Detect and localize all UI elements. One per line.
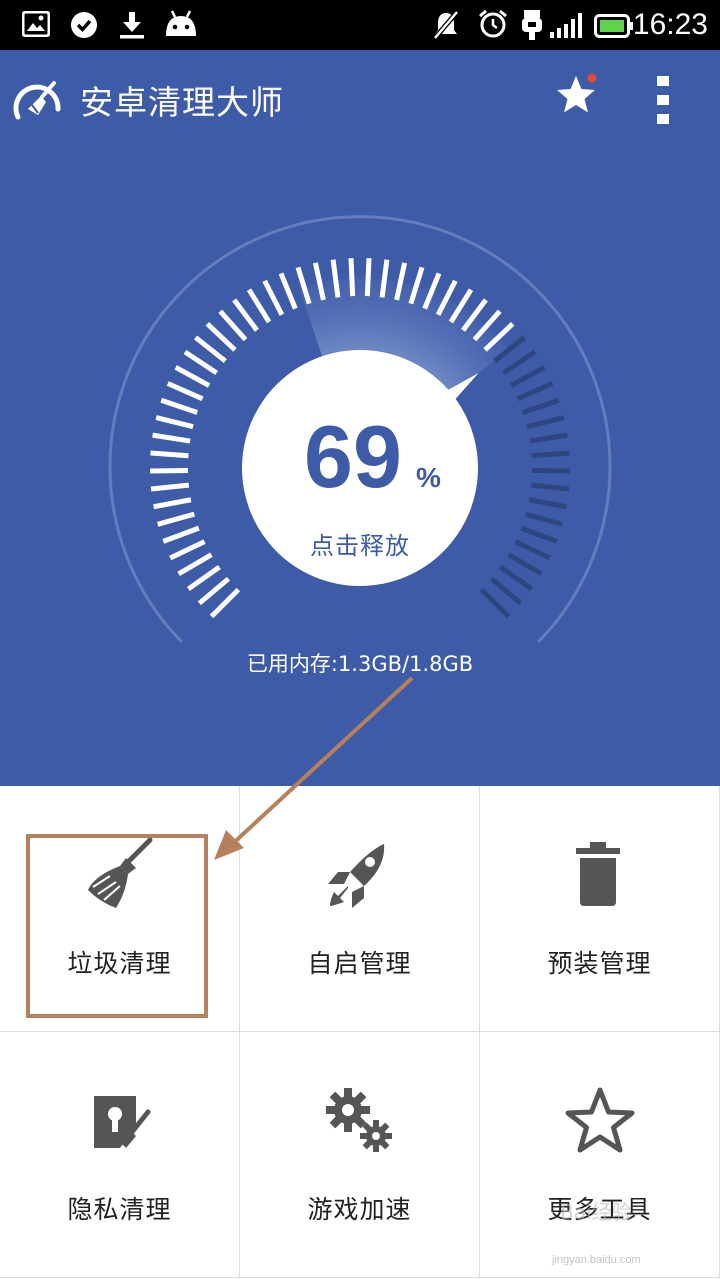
alarm-icon <box>479 9 507 38</box>
status-time: 16:23 <box>632 8 708 41</box>
signal-icon <box>550 13 582 38</box>
gauge-tick <box>166 381 204 402</box>
gauge-tick <box>489 576 523 606</box>
gauge-tick <box>529 432 568 444</box>
gauge-tick <box>160 397 199 415</box>
percent-unit: % <box>416 462 441 493</box>
gauge-tick <box>186 565 221 592</box>
tile-label: 游戏加速 <box>307 1195 412 1224</box>
gauge-tick <box>501 349 537 376</box>
tile-preinstalled[interactable]: 预装管理 <box>480 786 720 1032</box>
gauge-tick <box>479 587 511 619</box>
gauge-tick <box>150 450 189 459</box>
release-label: 点击释放 <box>310 532 410 560</box>
trash-icon <box>576 842 620 906</box>
gauge-tick <box>232 298 259 332</box>
gauge-tick <box>183 349 219 376</box>
memory-usage: 已用内存:1.3GB/1.8GB <box>246 652 474 676</box>
release-button[interactable]: 69 % 点击释放 <box>242 350 478 586</box>
privacy-lock-icon <box>94 1096 151 1148</box>
gauge-tick <box>528 497 567 510</box>
gauge-tick <box>507 552 543 577</box>
watermark: Bai经验 <box>560 1200 632 1224</box>
tile-more-tools[interactable]: 更多工具 <box>480 1032 720 1278</box>
gauge-tick <box>209 587 241 619</box>
gauge-tick <box>531 467 571 474</box>
download-icon <box>120 12 144 39</box>
gauge-tick <box>162 525 200 544</box>
gauge-tick <box>153 497 192 510</box>
status-bar: 16:23 <box>0 0 720 50</box>
gauge-tick <box>520 525 558 544</box>
gauge-tick <box>197 576 231 606</box>
gauge-tick <box>509 365 546 388</box>
gauge-tick <box>348 258 356 297</box>
tile-label: 预装管理 <box>547 949 652 978</box>
gauge-tick <box>530 482 570 492</box>
tile-privacy-clean[interactable]: 隐私清理 <box>0 1032 240 1278</box>
gauge-tick <box>516 381 554 402</box>
gauge-tick <box>177 552 213 577</box>
gauge-tick <box>149 467 189 474</box>
gauge-tick <box>525 511 563 527</box>
gauge-tick <box>155 415 194 430</box>
usb-icon <box>522 10 542 40</box>
notifications-off-icon <box>433 10 459 40</box>
gauge-tick <box>531 450 570 459</box>
gauge-tick <box>157 511 195 527</box>
gauge-tick <box>262 279 285 316</box>
tile-autostart[interactable]: 自启管理 <box>240 786 480 1032</box>
rocket-icon <box>328 844 385 908</box>
gauge-tick <box>150 482 190 492</box>
gauge-tick <box>218 309 248 342</box>
battery-icon <box>594 14 633 38</box>
annotation-highlight-box <box>26 834 208 1018</box>
percent-value: 69 <box>304 407 402 506</box>
watermark-url: jingyan.baidu.com <box>552 1254 641 1266</box>
gauge-tick <box>499 565 534 592</box>
gauge-tick <box>526 415 565 430</box>
tile-label: 隐私清理 <box>67 1195 172 1224</box>
gauge-tick <box>246 288 272 324</box>
gauge-tick <box>514 539 551 561</box>
android-icon <box>166 10 196 36</box>
gauge-tick <box>174 365 211 388</box>
gauge-tick <box>278 272 298 310</box>
gauge-tick <box>521 397 560 415</box>
star-outline-icon <box>565 1087 635 1153</box>
image-icon <box>22 11 50 37</box>
percent-display: 69 % <box>242 412 478 502</box>
gauge-tick <box>364 258 372 297</box>
tile-label: 自启管理 <box>307 949 412 978</box>
gears-icon <box>326 1088 392 1152</box>
memory-hero: 安卓清理大师 69 % 点击释放 已用内存:1.3GB/1.8GB <box>0 50 720 786</box>
gauge-tick <box>205 321 237 352</box>
tile-game-boost[interactable]: 游戏加速 <box>240 1032 480 1278</box>
gauge-tick <box>193 335 227 363</box>
gauge-tick <box>169 539 206 561</box>
gauge-tick <box>152 432 191 444</box>
check-circle-icon <box>71 12 97 38</box>
